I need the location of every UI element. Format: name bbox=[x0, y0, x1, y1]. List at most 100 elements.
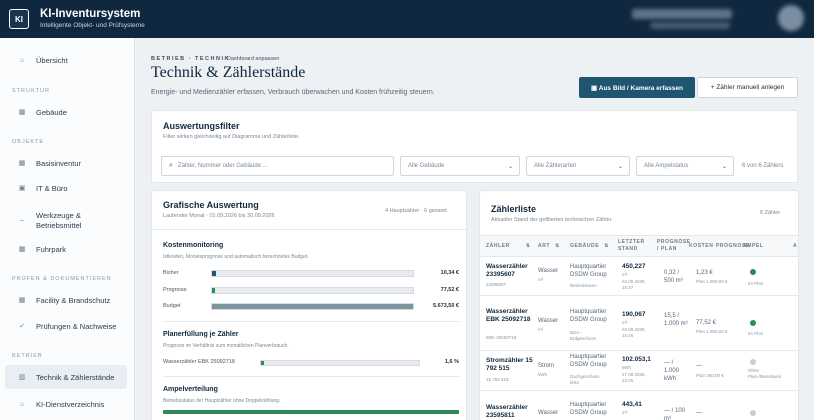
column-header-building[interactable]: GEBÄUDE ⇅ bbox=[570, 243, 609, 250]
analysis-period: Laufender Monat · 01.09.2026 bis 30.09.2… bbox=[163, 213, 275, 219]
status-select[interactable]: Alle Ampelstatus ⌄ bbox=[636, 156, 734, 176]
user-role-blurred bbox=[650, 22, 730, 29]
sidebar-item-basic-inventory[interactable]: ▦ Basisinventur bbox=[5, 151, 127, 175]
sidebar-item-facility[interactable]: ▦ Facility & Brandschutz bbox=[5, 288, 127, 312]
app-subtitle: Intelligente Objekt- und Prüfsysteme bbox=[40, 22, 145, 29]
meter-unit: m³ bbox=[538, 277, 544, 282]
sidebar-item-technology-meters[interactable]: ▥ Technik & Zählerstände bbox=[5, 365, 127, 389]
sidebar-item-fleet[interactable]: ▦ Fuhrpark bbox=[5, 237, 127, 261]
meter-reading: 102.053,1 bbox=[622, 356, 651, 363]
search-placeholder: Zähler, Nummer oder Gebäude ... bbox=[177, 163, 268, 169]
sidebar-item-it-office[interactable]: ▣ IT & Büro bbox=[5, 176, 127, 200]
add-meter-manually-button[interactable]: + Zähler manuell anlegen bbox=[697, 77, 798, 98]
app-title: KI-Inventursystem bbox=[40, 8, 141, 20]
meter-reading-unit: m³ bbox=[622, 320, 628, 325]
filter-title: Auswertungsfilter bbox=[163, 121, 240, 131]
sidebar-section-inspect: PRÜFEN & DOKUMENTIEREN bbox=[12, 276, 112, 282]
sidebar: ⌂ Übersicht STRUKTUR ▦ Gebäude OBJEKTE ▦ Ba… bbox=[0, 38, 135, 420]
computer-icon: ▣ bbox=[18, 185, 26, 192]
main-content: BETRIEB · TECHNIK Dashboard anpassen Tec… bbox=[135, 38, 814, 420]
sidebar-item-overview[interactable]: ⌂ Übersicht bbox=[5, 48, 127, 72]
cost-bar-track bbox=[211, 270, 414, 277]
check-icon: ✓ bbox=[19, 323, 25, 330]
meter-list-card: Zählerliste Aktueller Stand der gefilter… bbox=[479, 190, 799, 420]
meter-type-select-value: Alle Zählerarten bbox=[534, 163, 577, 169]
sidebar-item-label: Übersicht bbox=[36, 55, 68, 65]
building-select-value: Alle Gebäude bbox=[408, 163, 445, 169]
meter-cost: 1,23 € bbox=[696, 270, 713, 276]
sidebar-item-label: Werkzeuge & Betriebsmittel bbox=[36, 211, 82, 230]
meter-reading-date: 27.08.2026, 22:26 bbox=[622, 372, 646, 383]
meter-building: Hauptquartier DSDW Group bbox=[570, 402, 607, 416]
meter-cost: — bbox=[696, 363, 702, 369]
meter-type-select[interactable]: Alle Zählerarten ⌄ bbox=[526, 156, 630, 176]
building-icon: ▦ bbox=[18, 109, 26, 116]
meter-name[interactable]: Wasserzähler 23395607 bbox=[486, 263, 536, 279]
meter-list-subtitle: Aktueller Stand der gefilterten technisc… bbox=[491, 217, 613, 223]
divider bbox=[152, 229, 468, 230]
sidebar-item-label: Facility & Brandschutz bbox=[36, 295, 111, 305]
meter-icon: ▥ bbox=[18, 374, 26, 381]
sidebar-item-inspections[interactable]: ✓ Prüfungen & Nachweise bbox=[5, 314, 127, 338]
column-header-type[interactable]: ART ⇅ bbox=[538, 243, 560, 250]
sidebar-item-label: Prüfungen & Nachweise bbox=[36, 321, 117, 331]
meter-type: Strom bbox=[538, 363, 555, 369]
avatar[interactable] bbox=[778, 5, 804, 31]
capture-from-image-button[interactable]: ▣ Aus Bild / Kamera erfassen bbox=[579, 77, 695, 98]
meter-name[interactable]: Wasserzähler 23595811 bbox=[486, 404, 536, 420]
inventory-icon: ▦ bbox=[18, 160, 26, 167]
sidebar-item-buildings[interactable]: ▦ Gebäude bbox=[5, 100, 127, 124]
cost-bar-fill bbox=[212, 288, 215, 293]
meter-building: Hauptquartier DSDW Group bbox=[570, 354, 607, 368]
column-header-cost[interactable]: KOSTEN bbox=[689, 243, 713, 250]
meter-number: 15 792 515 bbox=[486, 377, 509, 382]
cost-bar-fill bbox=[212, 304, 413, 309]
meter-cost: — bbox=[696, 410, 702, 416]
search-input[interactable]: ⌕ Zähler, Nummer oder Gebäude ... bbox=[161, 156, 394, 176]
column-header-actions[interactable]: A bbox=[793, 243, 797, 250]
cost-monitoring-subtitle: Istkosten, Monatsprognose und automatisc… bbox=[163, 254, 309, 260]
column-header-forecast-plan[interactable]: PROGNOSE / PLAN bbox=[657, 239, 691, 253]
user-name-blurred bbox=[632, 9, 732, 19]
building-select[interactable]: Alle Gebäude ⌄ bbox=[400, 156, 520, 176]
status-dot bbox=[750, 320, 756, 326]
meter-building: Hauptquartier DSDW Group bbox=[570, 264, 607, 278]
meter-forecast-plan: 0,32 / 500 m³ bbox=[664, 270, 683, 284]
sidebar-section-structure: STRUKTUR bbox=[12, 88, 50, 94]
meter-number: 23395607 bbox=[486, 282, 507, 287]
meter-forecast-plan: — / 1.000 kWh bbox=[664, 360, 680, 382]
analysis-count: 4 Hauptzähler · 6 gesamt bbox=[385, 208, 447, 214]
column-header-last-reading[interactable]: LETZTER STAND bbox=[618, 239, 650, 253]
meter-name[interactable]: Stromzähler 15 792 515 bbox=[486, 357, 536, 373]
status-badge: Im Plan bbox=[748, 281, 764, 286]
sidebar-section-objects: OBJEKTE bbox=[12, 139, 45, 145]
cost-bar-label: Prognose bbox=[163, 287, 187, 293]
customize-dashboard-link[interactable]: Dashboard anpassen bbox=[227, 56, 279, 62]
meter-unit: kWh bbox=[538, 372, 547, 377]
meter-reading-date: 04.09.2026, 15:47 bbox=[622, 279, 646, 290]
chevron-down-icon: ⌄ bbox=[617, 164, 623, 170]
cost-bar-label: Budget bbox=[163, 303, 181, 309]
app-logo[interactable]: KI bbox=[9, 9, 29, 29]
divider bbox=[480, 295, 798, 296]
plan-fulfillment-title: Planerfüllung je Zähler bbox=[163, 331, 239, 338]
plan-bar-label: Wasserzähler EBK 25092718 bbox=[163, 359, 235, 365]
chevron-down-icon: ⌄ bbox=[507, 164, 513, 170]
column-header-status[interactable]: AMPEL bbox=[743, 243, 764, 250]
sidebar-section-operation: BETRIEB bbox=[12, 353, 43, 359]
meter-reading: 450,227 bbox=[622, 263, 646, 270]
sidebar-item-label: Fuhrpark bbox=[36, 244, 67, 254]
page-subtitle: Energie- und Medienzähler erfassen, Verb… bbox=[151, 89, 435, 96]
column-header-meter[interactable]: ZÄHLER ⇅ bbox=[486, 243, 531, 250]
cost-monitoring-title: Kostenmonitoring bbox=[163, 242, 224, 249]
status-dot bbox=[750, 410, 756, 416]
meter-type: Wasser bbox=[538, 410, 559, 416]
meter-name[interactable]: Wasserzähler EBK 25092718 bbox=[486, 308, 536, 324]
search-icon: ⌕ bbox=[169, 162, 173, 169]
sidebar-item-ai-directory[interactable]: ⌂ KI-Dienstverzeichnis bbox=[5, 392, 127, 416]
sidebar-item-tools[interactable]: ~ Werkzeuge & Betriebsmittel bbox=[5, 207, 127, 235]
meter-cost: 77,52 € bbox=[696, 320, 717, 326]
meter-cost-plan: Plan 1.900,00 € bbox=[696, 279, 728, 284]
cost-bar-fill bbox=[212, 271, 216, 276]
meter-reading: 443,41 bbox=[622, 401, 642, 408]
